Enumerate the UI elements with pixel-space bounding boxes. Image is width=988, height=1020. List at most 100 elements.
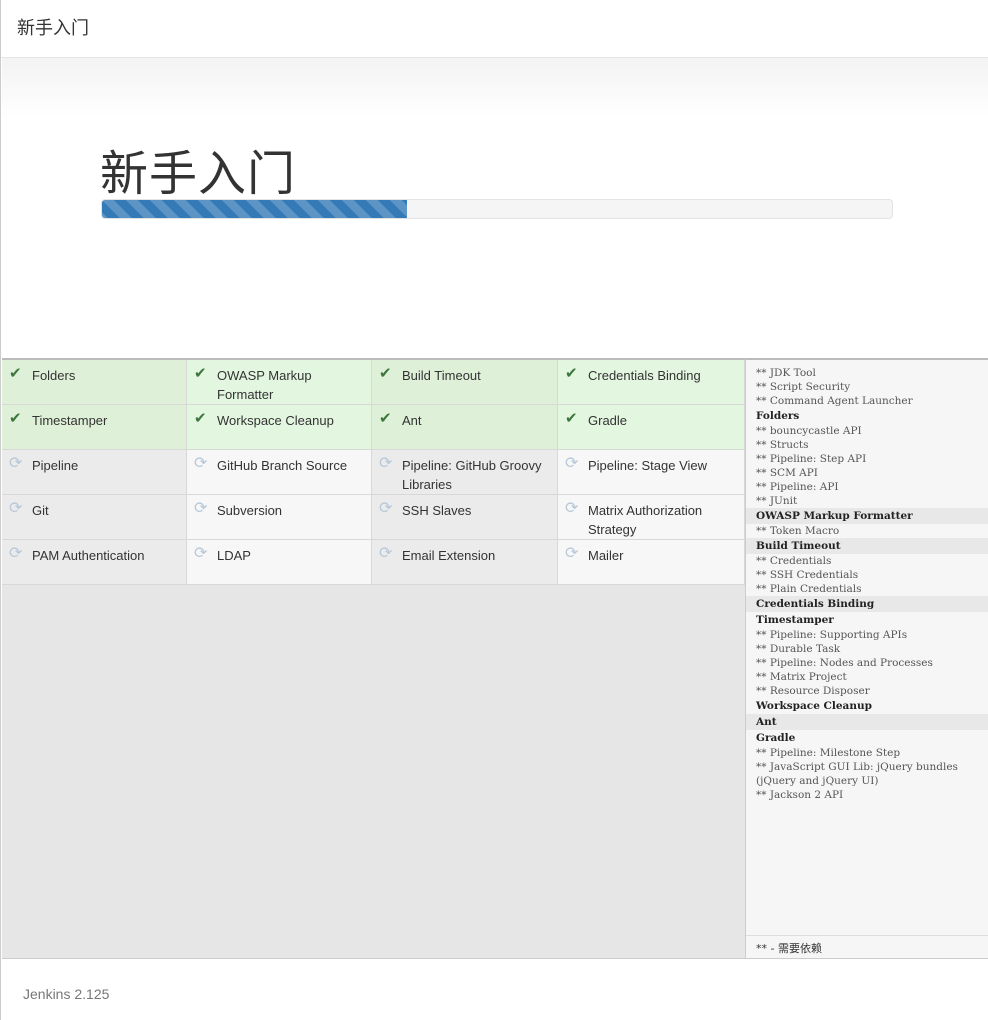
plugin-tile: ⟳ SSH Slaves <box>372 495 558 540</box>
plugin-tile: ⟳ Mailer <box>558 540 745 585</box>
log-line: Build Timeout <box>746 538 988 554</box>
log-line: Ant <box>746 714 988 730</box>
plugin-name: Gradle <box>588 413 628 428</box>
log-line: ** Pipeline: Step API <box>756 453 867 465</box>
check-icon: ✔ <box>194 410 207 427</box>
plugin-tile: ⟳ Pipeline: Stage View <box>558 450 745 495</box>
plugin-name: GitHub Branch Source <box>217 458 348 473</box>
log-line: ** JavaScript GUI Lib: jQuery bundles (j… <box>756 761 962 787</box>
plugin-tile: ⟳ Matrix Authorization Strategy <box>558 495 745 540</box>
plugin-tile: ⟳ Git <box>2 495 187 540</box>
install-progress-fill <box>102 200 407 218</box>
plugin-name: Git <box>32 503 49 518</box>
refresh-icon: ⟳ <box>379 455 393 472</box>
log-line: ** Durable Task <box>756 643 841 655</box>
log-line: ** Pipeline: Milestone Step <box>756 747 901 759</box>
plugin-tile: ✔ Credentials Binding <box>558 360 745 405</box>
page-footer: Jenkins 2.125 <box>2 958 988 1020</box>
setup-wizard-window: 新手入门 新手入门 ✔ Folders ✔ OWASP Markup Formatte… <box>0 0 988 1020</box>
log-line: ** Script Security <box>756 381 851 393</box>
log-line: ** JUnit <box>756 495 798 507</box>
plugin-tile: ✔ Workspace Cleanup <box>187 405 372 450</box>
install-log-panel[interactable]: ** JDK Tool ** Script Security ** Command … <box>745 358 988 958</box>
log-line: ** Credentials <box>756 555 832 567</box>
check-icon: ✔ <box>379 365 392 382</box>
log-line: ** Pipeline: API <box>756 481 839 493</box>
plugin-tile: ✔ Folders <box>2 360 187 405</box>
log-line: Folders <box>756 410 800 422</box>
plugin-name: Pipeline <box>32 458 79 473</box>
refresh-icon: ⟳ <box>379 545 393 562</box>
refresh-icon: ⟳ <box>565 455 579 472</box>
log-line: ** SCM API <box>756 467 818 479</box>
plugin-name: Credentials Binding <box>588 368 701 383</box>
plugin-name: OWASP Markup Formatter <box>217 368 312 402</box>
plugin-tile: ✔ Ant <box>372 405 558 450</box>
plugin-name: Build Timeout <box>402 368 481 383</box>
plugin-grid-panel: ✔ Folders ✔ OWASP Markup Formatter ✔ Build Ti… <box>2 358 745 958</box>
check-icon: ✔ <box>9 410 22 427</box>
log-line: ** Jackson 2 API <box>756 789 844 801</box>
plugin-tile: ⟳ Email Extension <box>372 540 558 585</box>
plugin-tile: ⟳ Pipeline <box>2 450 187 495</box>
plugin-tile: ⟳ GitHub Branch Source <box>187 450 372 495</box>
plugin-name: Mailer <box>588 548 624 563</box>
refresh-icon: ⟳ <box>565 545 579 562</box>
log-line: ** JDK Tool <box>756 367 816 379</box>
log-line: ** bouncycastle API <box>756 425 862 437</box>
jenkins-version: Jenkins 2.125 <box>23 986 110 1002</box>
plugin-tile: ⟳ Subversion <box>187 495 372 540</box>
log-line: Gradle <box>756 732 796 744</box>
refresh-icon: ⟳ <box>194 545 208 562</box>
log-line: ** Matrix Project <box>756 671 847 683</box>
refresh-icon: ⟳ <box>194 500 208 517</box>
check-icon: ✔ <box>9 365 22 382</box>
plugin-name: Timestamper <box>32 413 108 428</box>
log-line: ** Token Macro <box>756 525 840 537</box>
log-line: ** SSH Credentials <box>756 569 859 581</box>
refresh-icon: ⟳ <box>565 500 579 517</box>
plugin-grid: ✔ Folders ✔ OWASP Markup Formatter ✔ Build Ti… <box>2 360 745 585</box>
log-line: OWASP Markup Formatter <box>746 508 988 524</box>
install-log: ** JDK Tool ** Script Security ** Command … <box>746 360 988 802</box>
refresh-icon: ⟳ <box>9 500 23 517</box>
plugin-tile: ⟳ Pipeline: GitHub Groovy Libraries <box>372 450 558 495</box>
log-line: Workspace Cleanup <box>756 700 872 712</box>
plugin-name: Email Extension <box>402 548 496 563</box>
check-icon: ✔ <box>379 410 392 427</box>
log-line: Credentials Binding <box>746 596 988 612</box>
plugin-name: SSH Slaves <box>402 503 472 518</box>
refresh-icon: ⟳ <box>9 455 23 472</box>
plugin-name: Matrix Authorization Strategy <box>588 503 703 537</box>
plugin-name: Subversion <box>217 503 283 518</box>
log-line: ** Resource Disposer <box>756 685 870 697</box>
plugin-tile: ⟳ LDAP <box>187 540 372 585</box>
plugin-name: Folders <box>32 368 76 383</box>
plugin-tile: ⟳ PAM Authentication <box>2 540 187 585</box>
plugin-tile: ✔ Gradle <box>558 405 745 450</box>
log-line: Timestamper <box>756 614 834 626</box>
check-icon: ✔ <box>194 365 207 382</box>
log-line: ** Plain Credentials <box>756 583 862 595</box>
refresh-icon: ⟳ <box>9 545 23 562</box>
plugin-name: Workspace Cleanup <box>217 413 334 428</box>
page-title: 新手入门 <box>100 146 297 202</box>
plugin-tile: ✔ Build Timeout <box>372 360 558 405</box>
plugin-name: Pipeline: GitHub Groovy Libraries <box>402 458 542 492</box>
window-title: 新手入门 <box>17 18 89 39</box>
log-line: ** Command Agent Launcher <box>756 395 913 407</box>
check-icon: ✔ <box>565 365 578 382</box>
plugin-tile: ✔ OWASP Markup Formatter <box>187 360 372 405</box>
hero-section: 新手入门 <box>2 58 988 358</box>
plugin-tile: ✔ Timestamper <box>2 405 187 450</box>
install-progress-bar <box>101 199 893 219</box>
log-line: ** Pipeline: Nodes and Processes <box>756 657 933 669</box>
refresh-icon: ⟳ <box>194 455 208 472</box>
plugin-name: LDAP <box>217 548 251 563</box>
log-line: ** Structs <box>756 439 809 451</box>
window-header: 新手入门 <box>1 0 988 58</box>
log-line: ** Pipeline: Supporting APIs <box>756 629 908 641</box>
check-icon: ✔ <box>565 410 578 427</box>
plugin-name: PAM Authentication <box>32 548 145 563</box>
refresh-icon: ⟳ <box>379 500 393 517</box>
